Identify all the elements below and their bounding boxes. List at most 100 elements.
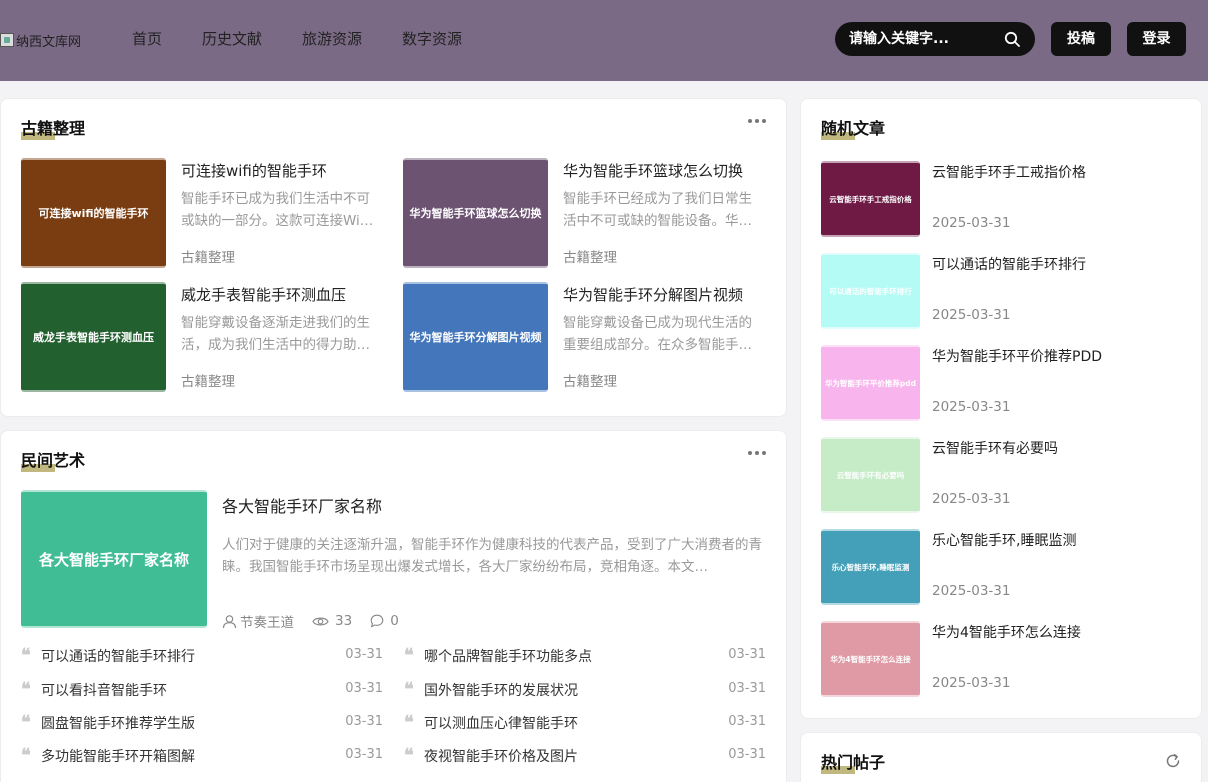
view-count: 33 xyxy=(335,613,353,629)
side-article[interactable]: 华为智能手环平价推荐pdd 华为智能手环平价推荐PDD 2025-03-31 xyxy=(821,345,1181,421)
article-thumbnail[interactable]: 可连接wifi的智能手环 xyxy=(21,158,166,268)
author-name[interactable]: 节奏王道 xyxy=(240,611,294,631)
list-item-date: 03-31 xyxy=(728,681,766,696)
list-item-title[interactable]: 国外智能手环的发展状况 xyxy=(424,680,578,700)
feature-thumbnail[interactable]: 各大智能手环厂家名称 xyxy=(21,490,207,628)
feature-excerpt: 人们对于健康的关注逐渐升温，智能手环作为健康科技的代表产品，受到了广大消费者的青… xyxy=(222,537,762,575)
random-panel: 随机文章 云智能手环手工戒指价格 云智能手环手工戒指价格 2025-03-31 … xyxy=(800,98,1202,719)
feature-title[interactable]: 各大智能手环厂家名称 xyxy=(222,493,382,517)
refresh-icon[interactable] xyxy=(1165,753,1181,769)
post-button[interactable]: 投稿 xyxy=(1051,22,1111,56)
article-title[interactable]: 华为智能手环分解图片视频 xyxy=(563,284,743,305)
article-card[interactable]: 可连接wifi的智能手环 可连接wifi的智能手环 智能手环已成为我们生活中不可… xyxy=(21,158,385,268)
site-logo[interactable]: 纳西文库网 xyxy=(0,31,82,50)
list-item-date: 03-31 xyxy=(345,647,383,662)
side-article-date: 2025-03-31 xyxy=(932,307,1011,323)
guji-panel: 古籍整理 可连接wifi的智能手环 可连接wifi的智能手环 智能手环已成为我们… xyxy=(0,98,787,417)
main-nav: 首页 历史文献 旅游资源 数字资源 xyxy=(112,27,482,51)
feature-meta: 节奏王道 33 0 xyxy=(222,611,399,631)
list-item-title[interactable]: 多功能智能手环开箱图解 xyxy=(41,746,195,766)
side-article[interactable]: 云智能手环有必要吗 云智能手环有必要吗 2025-03-31 xyxy=(821,437,1181,513)
login-button[interactable]: 登录 xyxy=(1127,22,1186,56)
comment-icon xyxy=(370,614,384,628)
logo-alt-text: 纳西文库网 xyxy=(16,34,82,50)
side-article-title[interactable]: 云智能手环手工戒指价格 xyxy=(932,162,1086,182)
panel-title: 古籍整理 xyxy=(21,119,86,138)
list-item-title[interactable]: 可以看抖音智能手环 xyxy=(41,680,167,700)
side-article-date: 2025-03-31 xyxy=(932,491,1011,507)
side-thumbnail[interactable]: 云智能手环有必要吗 xyxy=(821,437,920,513)
list-item-title[interactable]: 可以测血压心律智能手环 xyxy=(424,713,578,733)
side-article-title[interactable]: 乐心智能手环,睡眠监测 xyxy=(932,530,1076,550)
article-card[interactable]: 华为智能手环篮球怎么切换 华为智能手环篮球怎么切换 智能手环已经成为了我们日常生… xyxy=(403,158,767,268)
article-title[interactable]: 华为智能手环篮球怎么切换 xyxy=(563,160,743,181)
side-thumbnail[interactable]: 乐心智能手环,睡眠监测 xyxy=(821,529,920,605)
hot-panel: 热门帖子 xyxy=(800,732,1202,782)
list-item[interactable]: ❝ 哪个品牌智能手环功能多点 03-31 xyxy=(404,645,766,666)
nav-history[interactable]: 历史文献 xyxy=(182,27,282,51)
list-item[interactable]: ❝ 多功能智能手环开箱图解 03-31 xyxy=(21,745,383,766)
nav-travel[interactable]: 旅游资源 xyxy=(282,27,382,51)
article-thumbnail[interactable]: 华为智能手环篮球怎么切换 xyxy=(403,158,548,268)
side-article-title[interactable]: 华为4智能手环怎么连接 xyxy=(932,622,1081,642)
side-thumbnail[interactable]: 云智能手环手工戒指价格 xyxy=(821,161,920,237)
panel-title: 热门帖子 xyxy=(821,753,886,772)
side-article-date: 2025-03-31 xyxy=(932,399,1011,415)
comment-count: 0 xyxy=(390,613,399,629)
quote-icon: ❝ xyxy=(21,679,31,700)
article-thumbnail[interactable]: 威龙手表智能手环测血压 xyxy=(21,282,166,392)
quote-icon: ❝ xyxy=(404,745,414,766)
list-item[interactable]: ❝ 可以通话的智能手环排行 03-31 xyxy=(21,645,383,666)
side-article[interactable]: 华为4智能手环怎么连接 华为4智能手环怎么连接 2025-03-31 xyxy=(821,621,1181,697)
minjian-panel: 民间艺术 各大智能手环厂家名称 各大智能手环厂家名称 人们对于健康的关注逐渐升温… xyxy=(0,430,787,782)
side-article[interactable]: 可以通话的智能手环排行 可以通话的智能手环排行 2025-03-31 xyxy=(821,253,1181,329)
article-category[interactable]: 古籍整理 xyxy=(563,370,617,390)
side-article-title[interactable]: 可以通话的智能手环排行 xyxy=(932,254,1086,274)
list-item-date: 03-31 xyxy=(728,747,766,762)
search-box xyxy=(835,22,1035,56)
search-input[interactable] xyxy=(849,29,999,49)
quote-icon: ❝ xyxy=(404,712,414,733)
article-excerpt: 智能穿戴设备逐渐走进我们的生活，成为我们生活中的得力助… xyxy=(181,315,370,353)
side-thumbnail[interactable]: 可以通话的智能手环排行 xyxy=(821,253,920,329)
article-excerpt: 智能穿戴设备已成为现代生活的重要组成部分。在众多智能手… xyxy=(563,315,752,353)
list-item[interactable]: ❝ 国外智能手环的发展状况 03-31 xyxy=(404,679,766,700)
quote-icon: ❝ xyxy=(21,712,31,733)
search-icon[interactable] xyxy=(1004,31,1020,47)
list-item[interactable]: ❝ 可以看抖音智能手环 03-31 xyxy=(21,679,383,700)
nav-digital[interactable]: 数字资源 xyxy=(382,27,482,51)
list-item-date: 03-31 xyxy=(728,714,766,729)
side-article[interactable]: 乐心智能手环,睡眠监测 乐心智能手环,睡眠监测 2025-03-31 xyxy=(821,529,1181,605)
article-thumbnail[interactable]: 华为智能手环分解图片视频 xyxy=(403,282,548,392)
list-item[interactable]: ❝ 夜视智能手环价格及图片 03-31 xyxy=(404,745,766,766)
list-item[interactable]: ❝ 圆盘智能手环推荐学生版 03-31 xyxy=(21,712,383,733)
article-category[interactable]: 古籍整理 xyxy=(563,246,617,266)
article-card[interactable]: 威龙手表智能手环测血压 威龙手表智能手环测血压 智能穿戴设备逐渐走进我们的生活，… xyxy=(21,282,385,392)
side-article-title[interactable]: 云智能手环有必要吗 xyxy=(932,438,1058,458)
side-thumbnail[interactable]: 华为4智能手环怎么连接 xyxy=(821,621,920,697)
list-item-date: 03-31 xyxy=(345,747,383,762)
article-category[interactable]: 古籍整理 xyxy=(181,370,235,390)
list-item[interactable]: ❝ 可以测血压心律智能手环 03-31 xyxy=(404,712,766,733)
article-excerpt: 智能手环已成为我们生活中不可或缺的一部分。这款可连接Wi… xyxy=(181,191,374,229)
quote-icon: ❝ xyxy=(21,745,31,766)
quote-icon: ❝ xyxy=(404,645,414,666)
nav-home[interactable]: 首页 xyxy=(112,27,182,51)
article-card[interactable]: 华为智能手环分解图片视频 华为智能手环分解图片视频 智能穿戴设备已成为现代生活的… xyxy=(403,282,767,392)
side-thumbnail[interactable]: 华为智能手环平价推荐pdd xyxy=(821,345,920,421)
article-excerpt: 智能手环已经成为了我们日常生活中不可或缺的智能设备。华… xyxy=(563,191,752,229)
list-item-title[interactable]: 夜视智能手环价格及图片 xyxy=(424,746,578,766)
article-title[interactable]: 威龙手表智能手环测血压 xyxy=(181,284,346,305)
side-article-date: 2025-03-31 xyxy=(932,583,1011,599)
side-article-title[interactable]: 华为智能手环平价推荐PDD xyxy=(932,346,1102,366)
side-article[interactable]: 云智能手环手工戒指价格 云智能手环手工戒指价格 2025-03-31 xyxy=(821,161,1181,237)
article-title[interactable]: 可连接wifi的智能手环 xyxy=(181,160,327,181)
list-item-title[interactable]: 圆盘智能手环推荐学生版 xyxy=(41,713,195,733)
article-category[interactable]: 古籍整理 xyxy=(181,246,235,266)
more-icon[interactable] xyxy=(748,119,766,123)
user-icon xyxy=(222,614,237,628)
more-icon[interactable] xyxy=(748,451,766,455)
list-item-title[interactable]: 哪个品牌智能手环功能多点 xyxy=(424,646,592,666)
side-article-date: 2025-03-31 xyxy=(932,675,1011,691)
list-item-title[interactable]: 可以通话的智能手环排行 xyxy=(41,646,195,666)
